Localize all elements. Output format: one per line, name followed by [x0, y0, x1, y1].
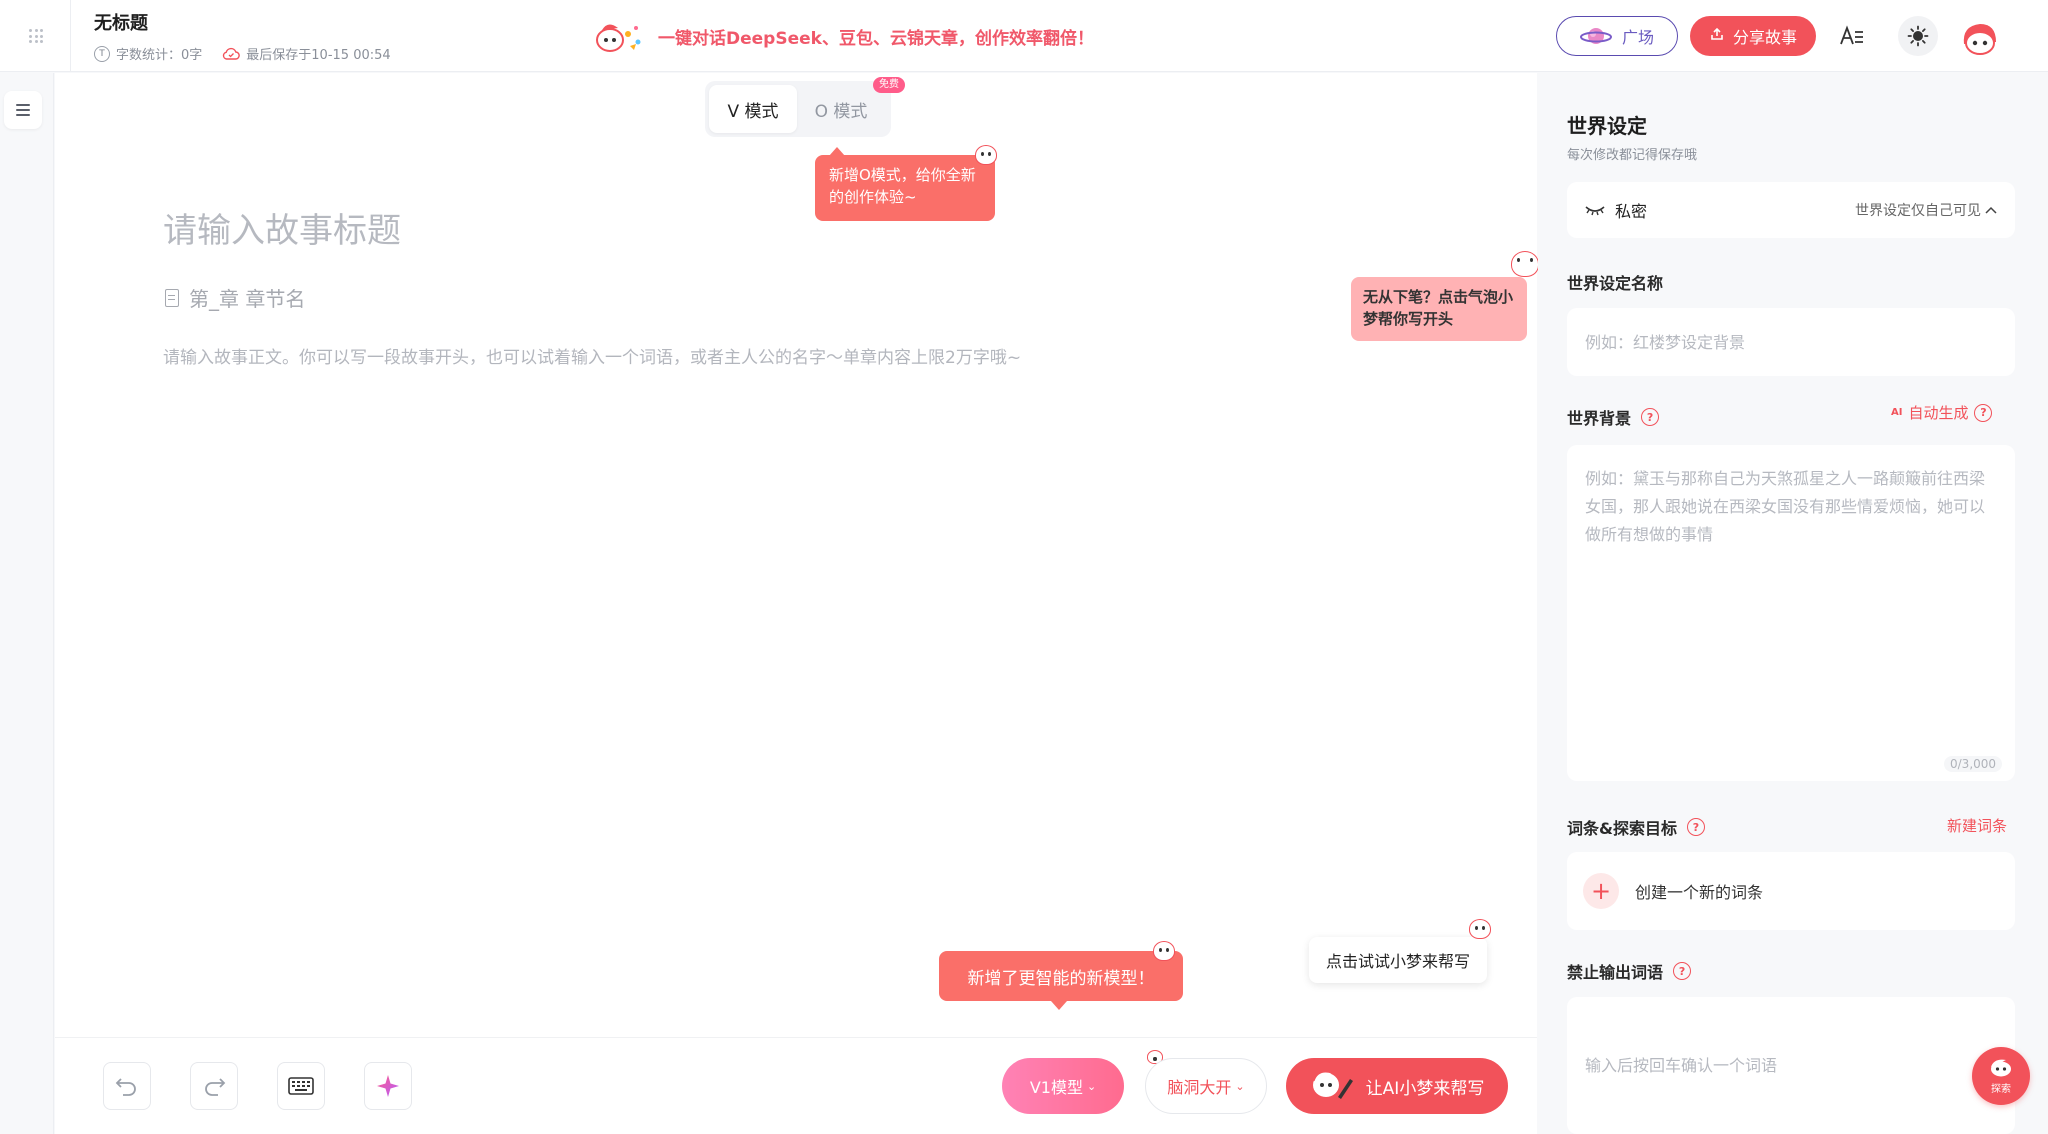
explore-fab[interactable]: 探索 — [1972, 1047, 2030, 1105]
brainstorm-button[interactable]: 脑洞大开 ⌄ — [1145, 1058, 1267, 1114]
undo-icon[interactable] — [103, 1062, 151, 1110]
mode-switch: V 模式 O 模式 — [705, 81, 891, 137]
plaza-label: 广场 — [1621, 28, 1654, 47]
explore-label: 探索 — [1991, 1084, 2011, 1095]
world-name-input[interactable] — [1567, 308, 2015, 376]
world-name-label: 世界设定名称 — [1567, 270, 1663, 294]
privacy-value: 世界设定仅自己可见 — [1855, 200, 1997, 220]
banned-words-label: 禁止输出词语 ? — [1567, 959, 1692, 983]
plus-icon: + — [1583, 873, 1619, 909]
ai-write-label: 让AI小梦来帮写 — [1365, 1078, 1485, 1099]
tab-v-mode[interactable]: V 模式 — [709, 85, 797, 133]
font-settings-icon[interactable] — [1836, 20, 1868, 52]
create-term-button[interactable]: + 创建一个新的词条 — [1567, 852, 2015, 930]
app-root: 无标题 T 字数统计：0字 最后保存于10-15 00:54 一键对话DeepS… — [0, 0, 2048, 1134]
auto-generate-label: 自动生成 — [1908, 404, 1969, 422]
world-background-label: 世界背景 ? — [1567, 405, 1660, 429]
chapter-name-field[interactable]: 第_章 章节名 — [165, 283, 305, 312]
top-bar: 无标题 T 字数统计：0字 最后保存于10-15 00:54 一键对话DeepS… — [0, 0, 2048, 72]
create-term-label: 创建一个新的词条 — [1635, 883, 1764, 902]
free-badge: 免费 — [873, 77, 905, 93]
world-background-textarea[interactable] — [1567, 445, 2015, 781]
doc-title[interactable]: 无标题 — [94, 9, 148, 35]
help-icon[interactable]: ? — [1641, 408, 1660, 426]
terms-label: 词条&探索目标 ? — [1567, 815, 1705, 839]
story-title-input[interactable] — [163, 203, 1163, 259]
chevron-down-icon: ⌄ — [1235, 1079, 1245, 1093]
share-label: 分享故事 — [1732, 28, 1797, 47]
mascot-promo-icon — [594, 18, 650, 54]
editor-toolbar: V1模型 ⌄ 脑洞大开 ⌄ 让AI小梦来帮写 — [55, 1037, 1537, 1134]
brainstorm-label: 脑洞大开 — [1167, 1078, 1232, 1097]
panel-title: 世界设定 — [1567, 114, 1647, 138]
help-icon[interactable]: ? — [1673, 962, 1692, 980]
privacy-value-text: 世界设定仅自己可见 — [1855, 203, 1981, 219]
chevron-down-icon: ⌄ — [1086, 1079, 1097, 1093]
save-status: 最后保存于10-15 00:54 — [222, 44, 391, 63]
sparkle-ai-icon[interactable] — [364, 1062, 412, 1110]
keyboard-icon[interactable] — [277, 1062, 325, 1110]
cloud-save-icon — [222, 47, 241, 61]
privacy-label: 私密 — [1615, 202, 1648, 221]
ai-write-button[interactable]: 让AI小梦来帮写 — [1286, 1058, 1508, 1114]
mascot-pen-icon — [1310, 1067, 1354, 1106]
mascot-icon — [1153, 941, 1175, 961]
chapter-placeholder: 第_章 章节名 — [189, 287, 306, 311]
chevron-up-icon — [1985, 202, 1997, 218]
apps-grid-icon[interactable] — [22, 22, 50, 50]
editor-area: V 模式 O 模式 免费 新增O模式，给你全新的创作体验~ 第_章 章节名 请输… — [55, 73, 1539, 1134]
share-story-button[interactable]: 分享故事 — [1690, 16, 1816, 56]
mascot-peek-icon[interactable] — [1511, 251, 1539, 277]
try-ai-tooltip[interactable]: 点击试试小梦来帮写 — [1309, 937, 1487, 983]
share-icon — [1709, 26, 1725, 46]
world-background-label-text: 世界背景 — [1567, 409, 1632, 428]
model-label: V1模型 — [1029, 1078, 1083, 1097]
panel-subtitle: 每次修改都记得保存哦 — [1567, 148, 1698, 163]
new-term-link[interactable]: 新建词条 — [1947, 815, 2007, 836]
last-saved-text: 最后保存于10-15 00:54 — [246, 48, 391, 63]
eye-closed-icon — [1585, 201, 1605, 220]
world-settings-panel: 世界设定 每次修改都记得保存哦 私密 世界设定仅自己可见 世界设定名称 世界背景… — [1538, 73, 2048, 1134]
mascot-icon — [1469, 919, 1491, 939]
new-model-tooltip[interactable]: 新增了更智能的新模型！ — [939, 951, 1183, 1010]
tab-o-mode[interactable]: O 模式 — [797, 85, 885, 133]
redo-icon[interactable] — [190, 1062, 238, 1110]
terms-label-text: 词条&探索目标 — [1567, 819, 1677, 838]
divider — [70, 0, 71, 72]
user-avatar[interactable] — [1960, 18, 2000, 56]
writing-bubble-tip[interactable]: 无从下笔？点击气泡小梦帮你写开头 — [1351, 277, 1527, 341]
help-icon[interactable]: ? — [1686, 818, 1705, 836]
text-count-icon: T — [94, 45, 110, 62]
story-body-editor[interactable]: 请输入故事正文。你可以写一段故事开头，也可以试着输入一个词语，或者主人公的名字～… — [163, 343, 1021, 368]
char-count: 0/3,000 — [1944, 756, 2003, 772]
planet-icon — [1579, 25, 1612, 47]
help-icon[interactable]: ? — [1974, 403, 1993, 422]
mascot-icon — [975, 145, 997, 165]
banned-words-label-text: 禁止输出词语 — [1567, 963, 1664, 982]
menu-hamburger-icon[interactable] — [4, 91, 42, 129]
mascot-explore-icon — [1988, 1057, 2014, 1080]
theme-toggle-sun-icon[interactable] — [1898, 16, 1938, 56]
doc-meta: T 字数统计：0字 最后保存于10-15 00:54 — [94, 44, 391, 63]
ai-badge-icon: AI — [1891, 407, 1903, 418]
world-name-label-text: 世界设定名称 — [1567, 274, 1664, 293]
left-rail — [0, 73, 54, 1134]
word-count-text: 字数统计：0字 — [116, 48, 203, 63]
promo-banner[interactable]: 一键对话DeepSeek、豆包、云锦天章，创作效率翻倍！ — [594, 18, 1094, 54]
auto-generate-button[interactable]: AI 自动生成 ? — [1891, 402, 1993, 423]
word-count: T 字数统计：0字 — [94, 44, 202, 63]
privacy-select[interactable]: 私密 世界设定仅自己可见 — [1567, 182, 2015, 238]
plaza-button[interactable]: 广场 — [1556, 16, 1678, 56]
promo-text: 一键对话DeepSeek、豆包、云锦天章，创作效率翻倍！ — [658, 28, 1094, 49]
chapter-doc-icon — [165, 288, 179, 307]
model-select-button[interactable]: V1模型 ⌄ — [1002, 1058, 1124, 1114]
banned-words-input[interactable] — [1567, 997, 2015, 1134]
